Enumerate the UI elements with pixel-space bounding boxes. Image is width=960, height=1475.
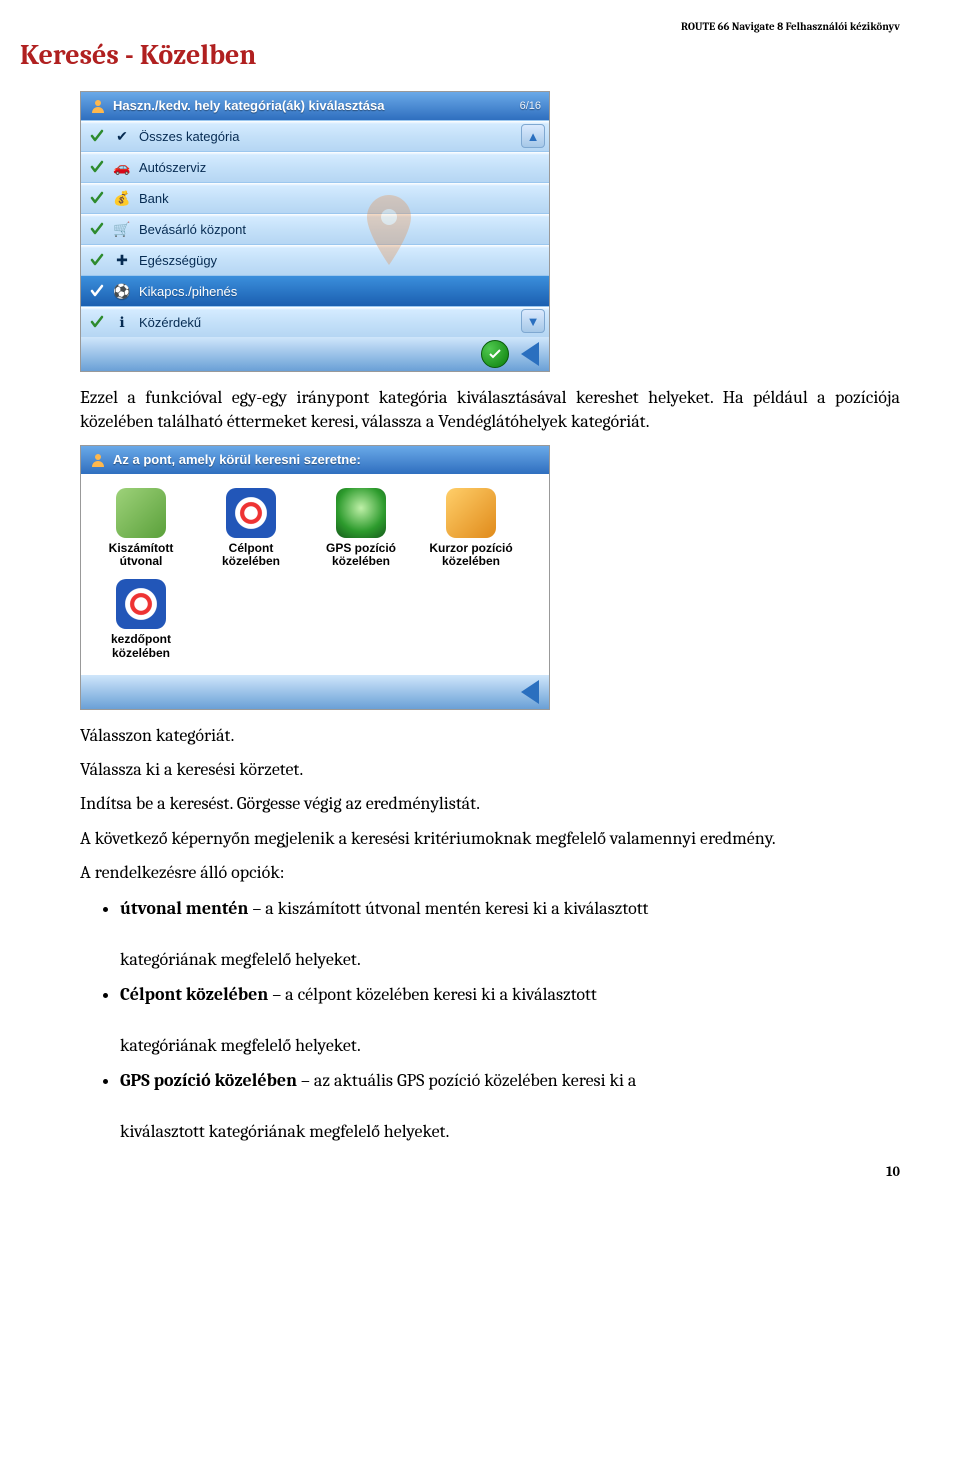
bullet-cont: kategóriának megfelelő helyeket. xyxy=(120,949,361,970)
titlebar: Haszn./kedv. hely kategória(ák) kiválasz… xyxy=(81,92,549,120)
checkmark-icon xyxy=(89,159,105,175)
bottom-toolbar xyxy=(81,675,549,709)
paragraph: Indítsa be a keresést. Görgesse végig az… xyxy=(80,792,900,816)
route-icon xyxy=(116,488,166,538)
scroll-down-button[interactable]: ▼ xyxy=(521,309,545,333)
doc-header: ROUTE 66 Navigate 8 Felhasználói kézikön… xyxy=(20,20,900,33)
category-row[interactable]: ✚ Egészségügy xyxy=(81,244,549,275)
category-label: Autószerviz xyxy=(139,160,541,175)
checkmark-icon xyxy=(89,221,105,237)
bullet-term: útvonal mentén xyxy=(120,898,248,919)
target-icon xyxy=(226,488,276,538)
category-label: Összes kategória xyxy=(139,129,541,144)
bank-icon: 💰 xyxy=(113,189,131,207)
checkmark-icon xyxy=(89,190,105,206)
section-title: Keresés - Közelben xyxy=(20,39,900,71)
bullet-tail: – az aktuális GPS pozíció közelében kere… xyxy=(297,1070,636,1091)
bottom-toolbar xyxy=(81,337,549,371)
paragraph: Ezzel a funkcióval egy-egy iránypont kat… xyxy=(80,386,900,435)
category-label: Közérdekű xyxy=(139,315,541,330)
car-icon: 🚗 xyxy=(113,158,131,176)
area-option[interactable]: GPS pozíció közelében xyxy=(311,488,411,570)
category-row[interactable]: ℹ Közérdekű xyxy=(81,306,549,337)
bullet-tail: – a célpont közelében keresi ki a kivála… xyxy=(268,984,596,1005)
user-icon xyxy=(89,451,107,469)
leisure-icon: ⚽ xyxy=(113,282,131,300)
user-icon xyxy=(89,97,107,115)
category-row[interactable]: ✔ Összes kategória xyxy=(81,120,549,151)
screenshot-category-select: Haszn./kedv. hely kategória(ák) kiválasz… xyxy=(80,91,550,372)
bullet-term: Célpont közelében xyxy=(120,984,268,1005)
category-label: Bank xyxy=(139,191,541,206)
back-button[interactable] xyxy=(521,680,539,704)
category-row[interactable]: 💰 Bank xyxy=(81,182,549,213)
category-label: Bevásárló központ xyxy=(139,222,541,237)
bullet-item: GPS pozíció közelében – az aktuális GPS … xyxy=(120,1067,900,1145)
area-option[interactable]: Célpont közelében xyxy=(201,488,301,570)
health-icon: ✚ xyxy=(113,251,131,269)
pin-icon xyxy=(446,488,496,538)
bullet-tail: – a kiszámított útvonal mentén keresi ki… xyxy=(248,898,648,919)
all-icon: ✔ xyxy=(113,127,131,145)
area-option[interactable]: Kiszámított útvonal xyxy=(91,488,191,570)
cart-icon: 🛒 xyxy=(113,220,131,238)
start-icon xyxy=(116,579,166,629)
category-row[interactable]: 🚗 Autószerviz xyxy=(81,151,549,182)
checkmark-icon xyxy=(89,314,105,330)
paragraph: A rendelkezésre álló opciók: xyxy=(80,861,900,885)
area-option-label: Kiszámított útvonal xyxy=(91,542,191,570)
bullet-item: Célpont közelében – a célpont közelében … xyxy=(120,981,900,1059)
category-label: Kikapcs./pihenés xyxy=(139,284,541,299)
area-option-label: GPS pozíció közelében xyxy=(311,542,411,570)
scroll-up-button[interactable]: ▲ xyxy=(521,124,545,148)
paragraph: Válasszon kategóriát. xyxy=(80,724,900,748)
bullet-item: útvonal mentén – a kiszámított útvonal m… xyxy=(120,895,900,973)
checkmark-icon xyxy=(89,252,105,268)
info-icon: ℹ xyxy=(113,313,131,331)
checkmark-icon xyxy=(89,283,105,299)
gps-icon xyxy=(336,488,386,538)
area-option-label: kezdőpont közelében xyxy=(91,633,191,661)
area-option-label: Kurzor pozíció közelében xyxy=(421,542,521,570)
area-option[interactable]: kezdőpont közelében xyxy=(91,579,191,661)
titlebar: Az a pont, amely körül keresni szeretne: xyxy=(81,446,549,474)
titlebar-text: Haszn./kedv. hely kategória(ák) kiválasz… xyxy=(113,92,384,120)
bullet-cont: kategóriának megfelelő helyeket. xyxy=(120,1035,361,1056)
titlebar-text: Az a pont, amely körül keresni szeretne: xyxy=(113,446,361,474)
screenshot-search-area: Az a pont, amely körül keresni szeretne:… xyxy=(80,445,550,710)
area-option-label: Célpont közelében xyxy=(201,542,301,570)
back-button[interactable] xyxy=(521,342,539,366)
paragraph: Válassza ki a keresési körzetet. xyxy=(80,758,900,782)
bullet-term: GPS pozíció közelében xyxy=(120,1070,297,1091)
category-label: Egészségügy xyxy=(139,253,541,268)
category-row[interactable]: 🛒 Bevásárló központ xyxy=(81,213,549,244)
area-option[interactable]: Kurzor pozíció közelében xyxy=(421,488,521,570)
page-number: 10 xyxy=(20,1163,900,1180)
bullet-cont: kiválasztott kategóriának megfelelő hely… xyxy=(120,1121,449,1142)
titlebar-count: 6/16 xyxy=(520,92,541,120)
paragraph: A következő képernyőn megjelenik a keres… xyxy=(80,827,900,851)
category-row[interactable]: ⚽ Kikapcs./pihenés xyxy=(81,275,549,306)
confirm-button[interactable] xyxy=(481,340,509,368)
checkmark-icon xyxy=(89,128,105,144)
